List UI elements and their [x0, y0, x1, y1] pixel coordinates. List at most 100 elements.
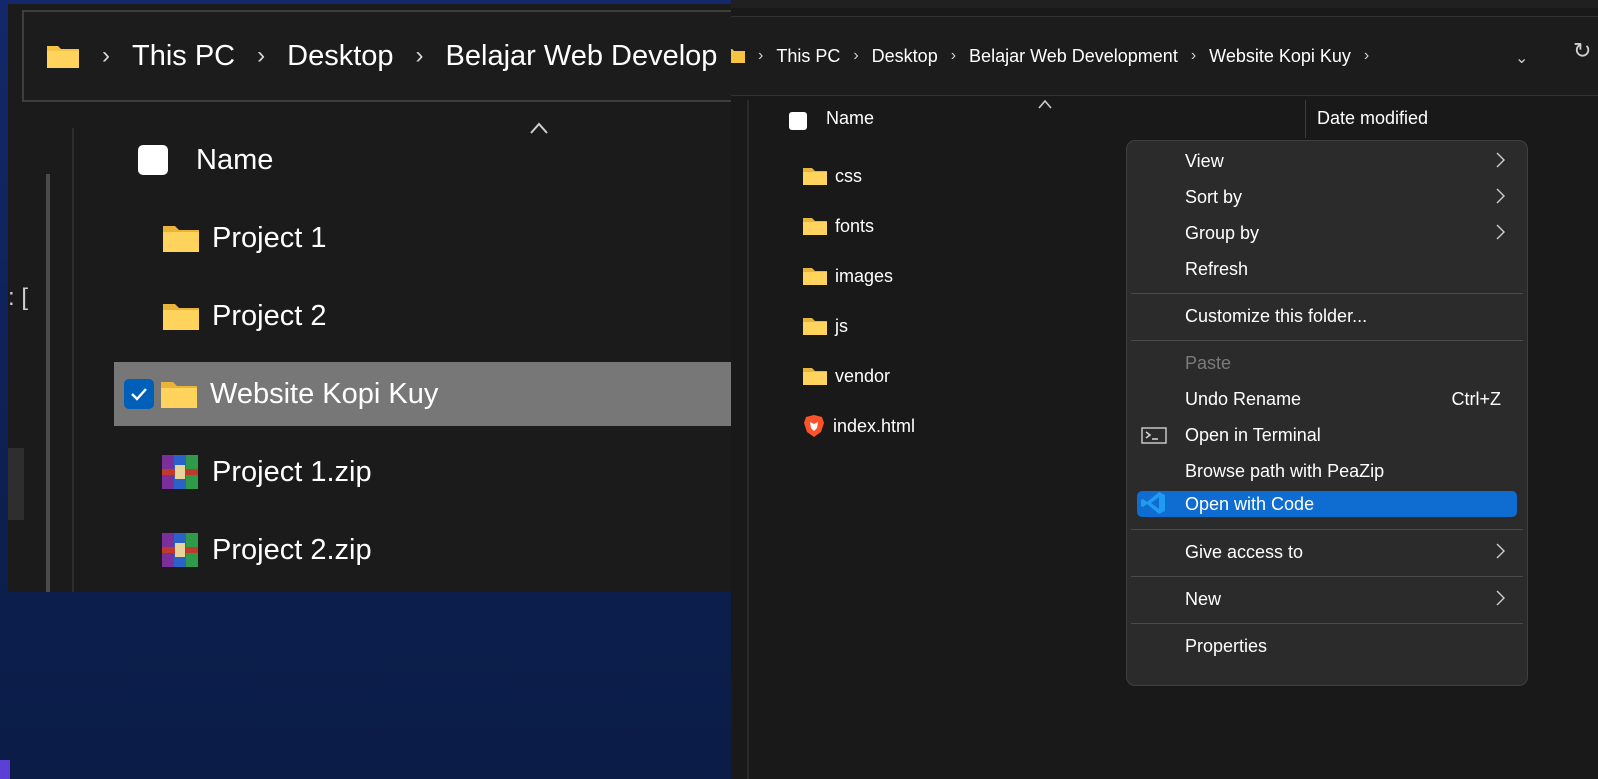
title-bar-edge [731, 0, 1598, 8]
list-item[interactable]: Project 1.zip [114, 440, 731, 504]
folder-icon [163, 226, 199, 252]
folder-icon [803, 368, 827, 385]
menu-item-customize-folder[interactable]: Customize this folder... [1137, 300, 1517, 332]
address-bar-zoomed[interactable]: › This PC › Desktop › Belajar Web Develo… [22, 10, 731, 102]
breadcrumb-website-kopi-kuy[interactable]: Website Kopi Kuy [1209, 46, 1351, 67]
list-item[interactable]: Project 1 [114, 206, 731, 270]
terminal-icon [1141, 427, 1167, 444]
breadcrumb-separator: › [102, 42, 110, 69]
menu-item-properties[interactable]: Properties [1137, 630, 1517, 662]
breadcrumb-desktop[interactable]: Desktop [872, 46, 938, 67]
list-item[interactable]: fonts [803, 211, 874, 241]
menu-item-label: Paste [1185, 352, 1232, 373]
menu-item-open-in-terminal[interactable]: Open in Terminal [1137, 419, 1517, 451]
breadcrumb-this-pc[interactable]: This PC [132, 40, 235, 73]
item-checkbox-checked[interactable] [124, 379, 154, 409]
breadcrumb-separator: › [758, 47, 764, 64]
breadcrumb-this-pc[interactable]: This PC [776, 46, 840, 67]
chevron-down-icon[interactable]: ⌄ [1515, 48, 1528, 68]
chevron-right-icon [1496, 152, 1505, 168]
menu-item-label: Customize this folder... [1185, 305, 1368, 326]
menu-item-label: Group by [1185, 222, 1260, 243]
column-header-name[interactable]: Name [826, 108, 874, 129]
list-item[interactable]: index.html [803, 411, 915, 441]
menu-item-peazip[interactable]: Browse path with PeaZip [1137, 455, 1517, 487]
item-label: Project 2.zip [212, 533, 372, 566]
nav-pane-scrollbar[interactable] [46, 174, 50, 592]
nav-pane-hover [8, 448, 24, 520]
breadcrumb-belajar-web-development[interactable]: Belajar Web Development [969, 46, 1178, 67]
breadcrumb-belajar[interactable]: Belajar Web Develop [446, 40, 718, 73]
menu-item-sort-by[interactable]: Sort by [1137, 181, 1517, 213]
menu-item-paste: Paste [1137, 347, 1517, 379]
column-header-date-modified[interactable]: Date modified [1317, 108, 1428, 129]
menu-item-view[interactable]: View [1137, 145, 1517, 177]
menu-item-label: New [1185, 588, 1222, 609]
menu-separator [1131, 529, 1523, 530]
menu-item-refresh[interactable]: Refresh [1137, 253, 1517, 285]
select-all-checkbox[interactable] [789, 112, 807, 130]
breadcrumb-separator: › [950, 47, 957, 64]
menu-item-label: Browse path with PeaZip [1185, 460, 1385, 481]
nav-pane-divider [72, 128, 74, 592]
item-label: vendor [835, 365, 891, 386]
menu-item-shortcut: Ctrl+Z [1451, 388, 1502, 409]
taskbar-corner [0, 760, 10, 779]
column-divider[interactable] [1305, 100, 1306, 138]
winrar-archive-icon [162, 455, 198, 489]
item-label: images [835, 265, 894, 286]
item-label: fonts [835, 215, 875, 236]
breadcrumb-separator: › [1190, 47, 1197, 64]
list-item[interactable]: js [803, 311, 848, 341]
item-label: Project 1 [212, 221, 327, 254]
folder-icon [803, 168, 827, 185]
menu-separator [1131, 623, 1523, 624]
menu-item-new[interactable]: New [1137, 583, 1517, 615]
breadcrumb-separator: › [853, 47, 859, 64]
breadcrumb-separator: › [1363, 47, 1370, 64]
folder-icon [803, 268, 827, 285]
menu-item-give-access[interactable]: Give access to [1137, 536, 1517, 568]
list-item[interactable]: images [803, 261, 893, 291]
nav-pane-clipped-text: : [ [8, 284, 29, 311]
menu-item-label: Sort by [1185, 186, 1243, 207]
folder-icon [163, 304, 199, 330]
breadcrumb-separator: › [415, 42, 424, 69]
breadcrumb-separator: › [257, 42, 266, 69]
menu-item-label: Give access to [1185, 541, 1304, 562]
item-label: js [835, 315, 848, 336]
menu-item-label: Refresh [1185, 258, 1249, 279]
list-item[interactable]: Project 2 [114, 284, 731, 348]
menu-item-open-with-code[interactable]: Open with Code [1137, 491, 1517, 517]
breadcrumb-desktop[interactable]: Desktop [287, 40, 393, 73]
item-label: index.html [833, 415, 916, 436]
folder-icon [161, 382, 197, 408]
column-header-name[interactable]: Name [114, 128, 731, 192]
list-item-selected[interactable]: Website Kopi Kuy [114, 362, 731, 426]
chevron-right-icon [1496, 543, 1505, 559]
folder-icon [803, 218, 827, 235]
item-label: Project 1.zip [212, 455, 372, 488]
folder-icon [47, 46, 79, 68]
checkmark-icon [131, 388, 147, 401]
menu-item-label: Open in Terminal [1185, 424, 1321, 445]
chevron-right-icon [1496, 590, 1505, 606]
sort-ascending-icon[interactable] [1038, 100, 1052, 109]
select-all-checkbox[interactable] [138, 145, 168, 175]
list-item[interactable]: css [803, 161, 862, 191]
folder-icon [803, 318, 827, 335]
chevron-right-icon [1496, 188, 1505, 204]
menu-item-group-by[interactable]: Group by [1137, 217, 1517, 249]
winrar-archive-icon [162, 533, 198, 567]
menu-item-undo-rename[interactable]: Undo Rename Ctrl+Z [1137, 383, 1517, 415]
menu-separator [1131, 293, 1523, 294]
menu-item-label: Properties [1185, 635, 1268, 656]
menu-separator [1131, 340, 1523, 341]
refresh-icon[interactable]: ↻ [1573, 38, 1591, 64]
chevron-right-icon [1496, 224, 1505, 240]
brave-browser-icon [804, 415, 824, 437]
address-bar[interactable]: › This PC › Desktop › Belajar Web Develo… [731, 16, 1598, 96]
zoomed-explorer-window: › This PC › Desktop › Belajar Web Develo… [8, 4, 731, 592]
list-item[interactable]: vendor [803, 361, 890, 391]
list-item[interactable]: Project 2.zip [114, 518, 731, 582]
